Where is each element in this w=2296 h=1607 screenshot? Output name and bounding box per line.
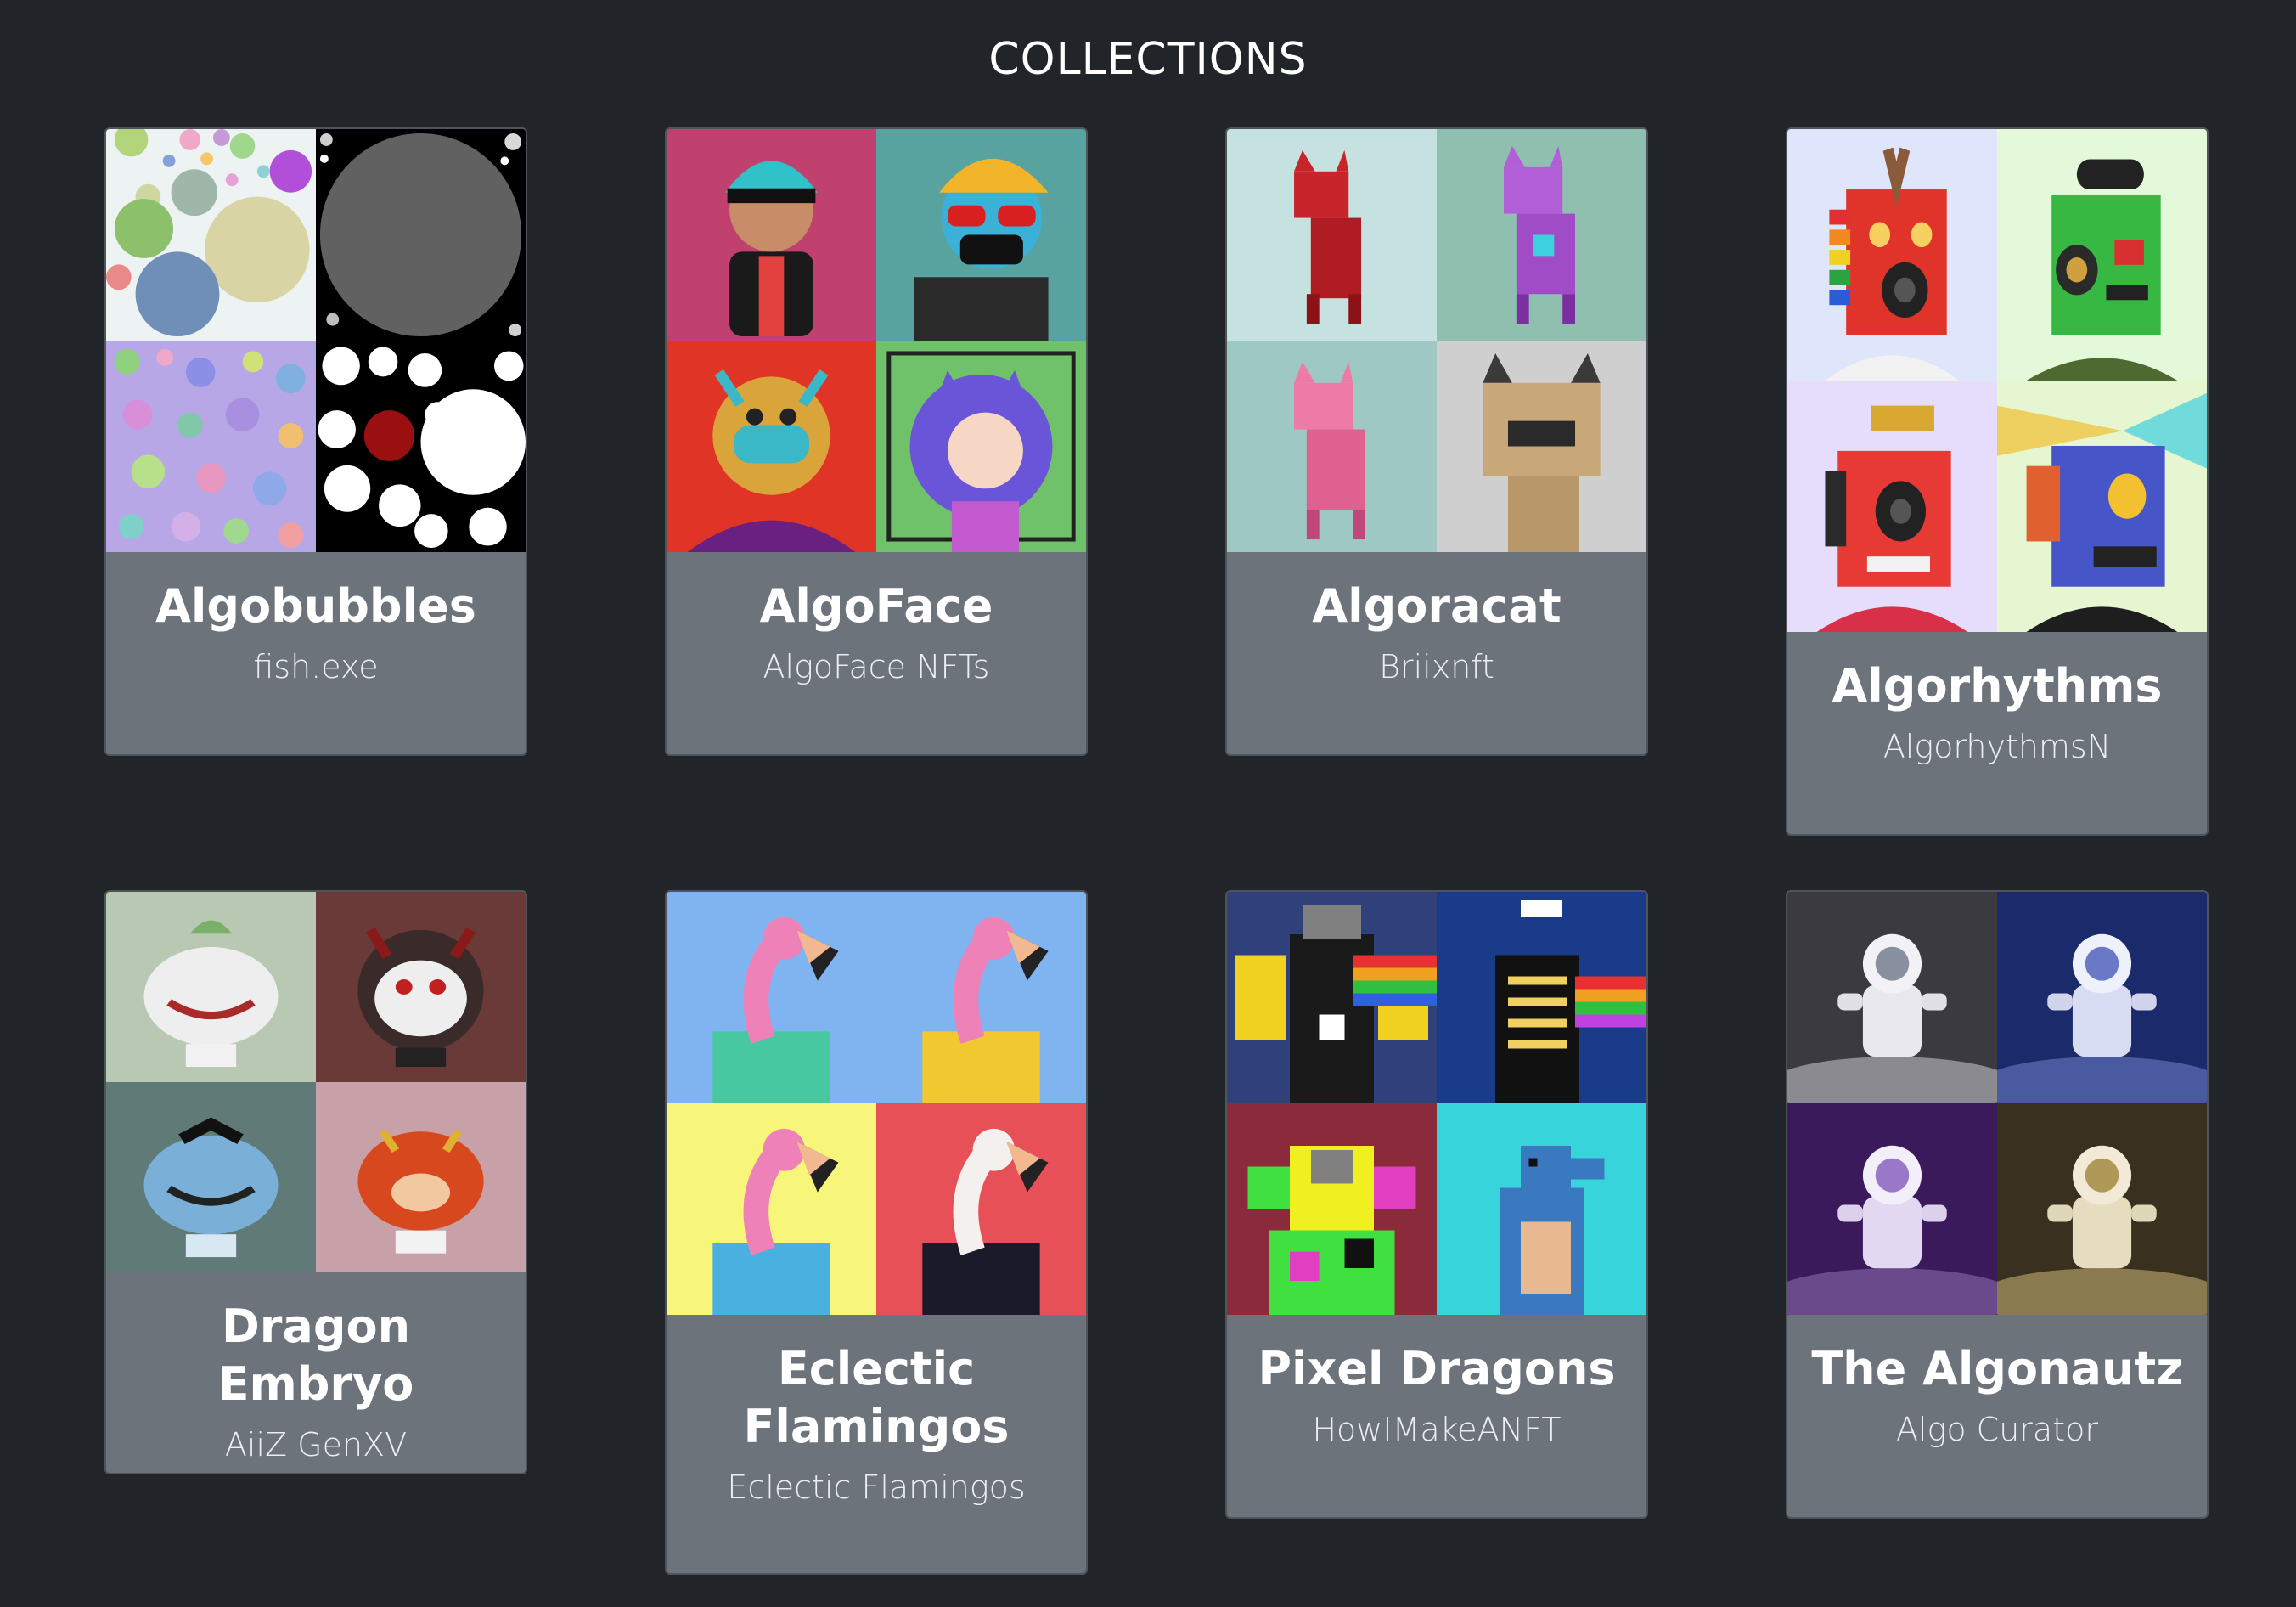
collection-name: Algorhythms	[1832, 659, 2163, 713]
card-info: Eclectic Flamingos Eclectic Flamingos	[667, 1315, 1086, 1508]
bubbles-white-image	[316, 341, 526, 552]
boombox-red-image	[1787, 129, 1997, 381]
collection-card-eclectic-flamingos[interactable]: Eclectic Flamingos Eclectic Flamingos	[665, 890, 1088, 1575]
card-info: Algoracat Briixnft	[1227, 552, 1646, 688]
collection-card-algoracat[interactable]: Algoracat Briixnft	[1225, 127, 1648, 756]
collection-card-the-algonautz[interactable]: The Algonautz Algo Curator	[1786, 890, 2209, 1519]
collection-card-pixel-dragons[interactable]: Pixel Dragons HowIMakeANFT	[1225, 890, 1648, 1519]
boombox-blue-image	[1997, 381, 2207, 632]
bubbles-pastel-image	[106, 129, 316, 341]
astronaut-gray-image	[1787, 892, 1997, 1103]
collection-thumbnail-grid	[106, 129, 526, 552]
bubbles-confetti-image	[106, 341, 316, 552]
flamingo-blue-bg-image	[667, 892, 876, 1103]
collection-creator: fish.exe	[253, 648, 379, 685]
embryo-orange-image	[316, 1082, 526, 1272]
collection-thumbnail-grid	[1787, 129, 2207, 632]
astronaut-blue-image	[1997, 892, 2207, 1103]
collection-thumbnail-grid	[667, 129, 1086, 552]
face-cat-girl-image	[876, 341, 1086, 552]
collection-creator: AiiZ GenXV	[224, 1426, 408, 1463]
collection-name: Algobubbles	[155, 579, 476, 633]
collection-creator: Algo Curator	[1896, 1411, 2098, 1448]
collection-thumbnail-grid	[667, 892, 1086, 1315]
collection-thumbnail-grid	[1787, 892, 2207, 1315]
collection-card-algoface[interactable]: AlgoFace AlgoFace NFTs	[665, 127, 1088, 756]
collection-creator: HowIMakeANFT	[1312, 1411, 1562, 1448]
cat-pink-image	[1227, 341, 1437, 552]
card-info: The Algonautz Algo Curator	[1787, 1315, 2207, 1451]
dragon-glitch-image	[1227, 1103, 1437, 1315]
dragon-yellow-wings-image	[1227, 892, 1437, 1103]
card-info: Pixel Dragons HowIMakeANFT	[1227, 1315, 1646, 1451]
card-info: AlgoFace AlgoFace NFTs	[667, 552, 1086, 688]
collection-thumbnail-grid	[106, 892, 526, 1272]
astronaut-gold-image	[1997, 1103, 2207, 1315]
collection-card-dragon-embryo[interactable]: Dragon Embryo AiiZ GenXV	[104, 890, 527, 1474]
cat-tan-image	[1437, 341, 1646, 552]
collection-name: The Algonautz	[1811, 1342, 2183, 1396]
cat-red-image	[1227, 129, 1437, 341]
bubbles-gray-image	[316, 129, 526, 341]
card-info: Algorhythms AlgorhythmsN	[1787, 632, 2207, 768]
collection-creator: Briixnft	[1379, 648, 1494, 685]
collection-creator: AlgorhythmsN	[1882, 728, 2112, 765]
collection-thumbnail-grid	[1227, 129, 1646, 552]
face-tribal-mask-image	[667, 341, 876, 552]
collection-name: Dragon Embryo	[217, 1300, 414, 1411]
collection-creator: Eclectic Flamingos	[727, 1469, 1026, 1506]
cat-purple-image	[1437, 129, 1646, 341]
face-sunglasses-image	[876, 129, 1086, 341]
collection-name: AlgoFace	[759, 579, 993, 633]
collection-thumbnail-grid	[1227, 892, 1646, 1315]
collection-name: Algoracat	[1312, 579, 1562, 633]
face-headband-image	[667, 129, 876, 341]
embryo-dark-red-image	[316, 892, 526, 1082]
flamingo-red-bg-image	[876, 1103, 1086, 1315]
card-info: Algobubbles fish.exe	[106, 552, 526, 688]
astronaut-purple-image	[1787, 1103, 1997, 1315]
collection-card-algobubbles[interactable]: Algobubbles fish.exe	[104, 127, 527, 756]
page-title: COLLECTIONS	[988, 34, 1308, 85]
flamingo-yellow-bg-image	[667, 1103, 876, 1315]
dragon-skeleton-image	[1437, 892, 1646, 1103]
collection-name: Eclectic Flamingos	[743, 1342, 1010, 1453]
embryo-white-image	[106, 892, 316, 1082]
flamingo-blue-bg-2-image	[876, 892, 1086, 1103]
boombox-green-image	[1997, 129, 2207, 381]
card-info: Dragon Embryo AiiZ GenXV	[106, 1272, 526, 1466]
collection-creator: AlgoFace NFTs	[763, 648, 990, 685]
collection-name: Pixel Dragons	[1258, 1342, 1616, 1396]
dragon-blue-image	[1437, 1103, 1646, 1315]
collection-card-algorhythms[interactable]: Algorhythms AlgorhythmsN	[1786, 127, 2209, 836]
boombox-trumpet-image	[1787, 381, 1997, 632]
embryo-blue-image	[106, 1082, 316, 1272]
